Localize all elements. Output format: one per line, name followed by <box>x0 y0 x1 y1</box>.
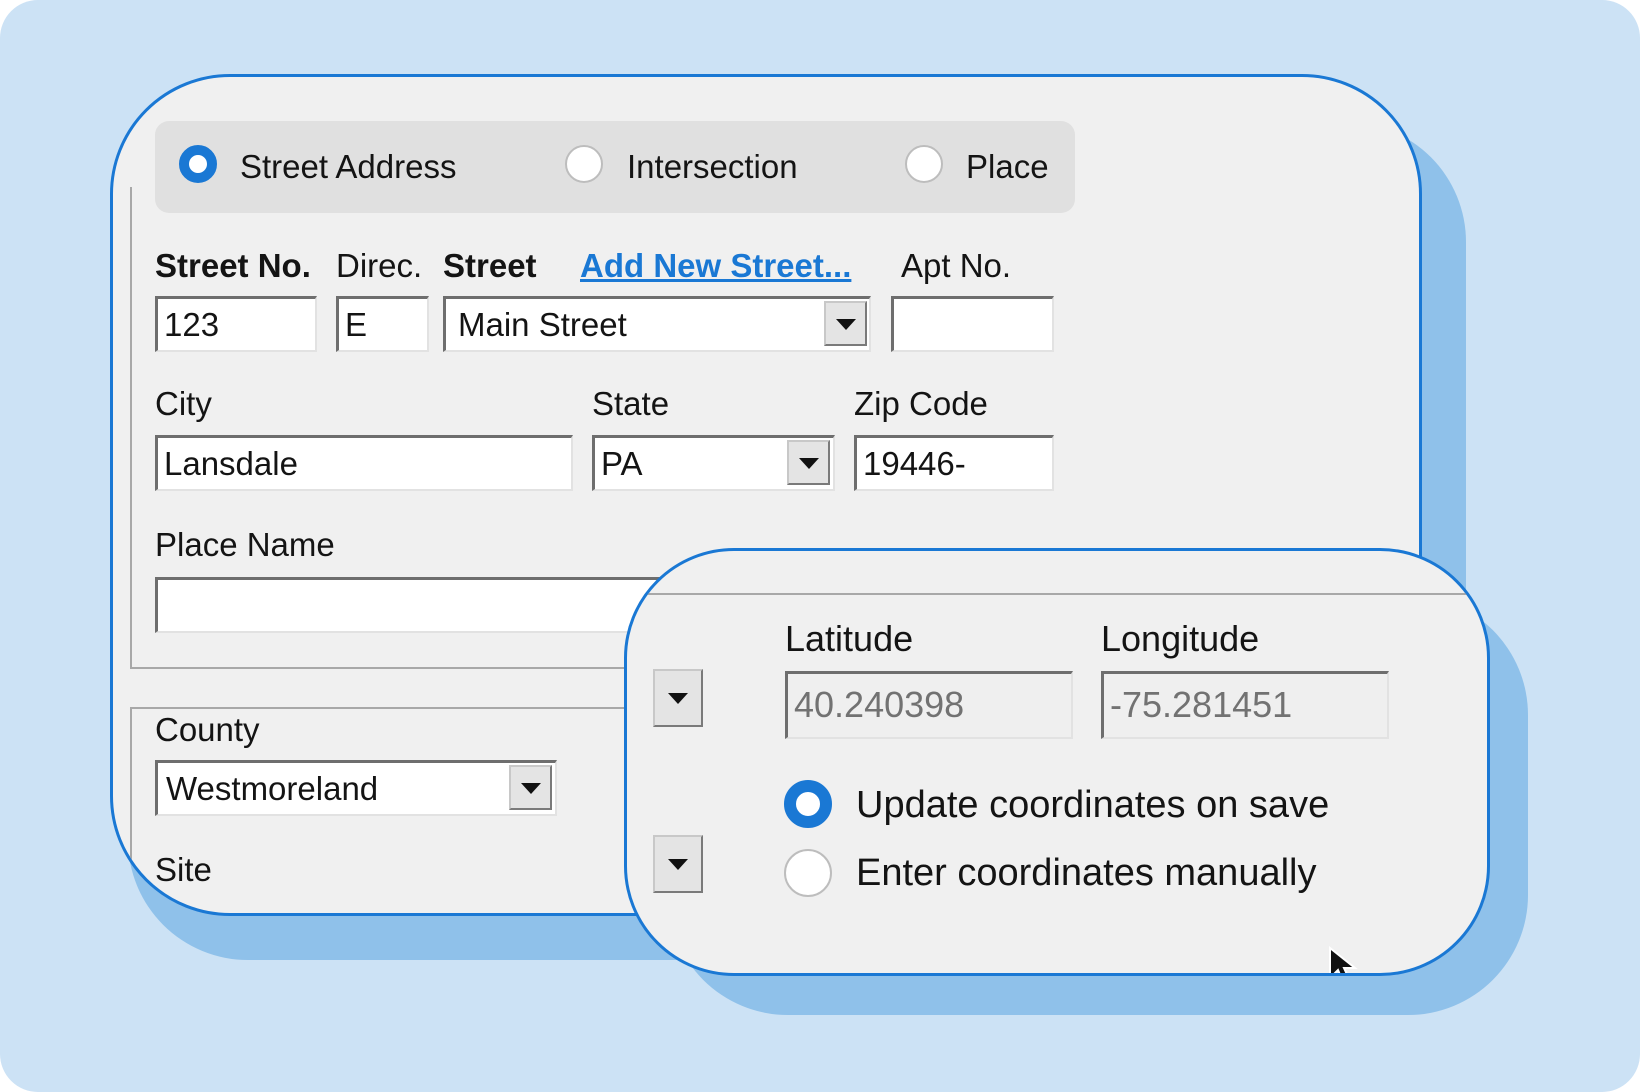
zip-code-label: Zip Code <box>854 385 988 422</box>
intersection-radio[interactable] <box>565 145 603 183</box>
place-label[interactable]: Place <box>966 150 1049 183</box>
apt-no-label: Apt No. <box>901 247 1012 284</box>
county-select[interactable]: Westmoreland <box>155 760 557 816</box>
street-value: Main Street <box>458 306 627 343</box>
street-address-radio[interactable] <box>179 145 217 183</box>
state-value: PA <box>601 445 643 482</box>
place-name-label: Place Name <box>155 526 335 563</box>
add-new-street-link[interactable]: Add New Street... <box>580 249 851 282</box>
site-label: Site <box>155 851 212 888</box>
zip-code-input[interactable]: 19446- <box>854 435 1054 491</box>
update-coordinates-label[interactable]: Update coordinates on save <box>856 786 1329 824</box>
city-value: Lansdale <box>164 445 298 482</box>
update-coordinates-radio[interactable] <box>784 780 832 828</box>
street-address-label[interactable]: Street Address <box>240 150 456 183</box>
partial-dropdown-button-upper[interactable] <box>653 669 703 727</box>
street-select[interactable]: Main Street <box>443 296 871 352</box>
enter-coordinates-radio[interactable] <box>784 849 832 897</box>
coordinates-group-top-border <box>627 593 1487 595</box>
enter-coordinates-label[interactable]: Enter coordinates manually <box>856 854 1316 892</box>
mouse-cursor-icon <box>1329 946 1358 973</box>
county-group-left-border <box>130 707 132 913</box>
coordinates-zoom-panel: Latitude Longitude 40.240398 -75.281451 … <box>624 548 1490 976</box>
state-label: State <box>592 385 670 422</box>
latitude-label: Latitude <box>785 618 914 659</box>
place-radio[interactable] <box>905 145 943 183</box>
county-label: County <box>155 711 260 748</box>
intersection-label[interactable]: Intersection <box>627 150 798 183</box>
group-box-left-border <box>130 187 132 667</box>
direc-label: Direc. <box>336 247 423 284</box>
longitude-value: -75.281451 <box>1110 684 1293 725</box>
apt-no-input[interactable] <box>891 296 1054 352</box>
county-value: Westmoreland <box>166 770 379 807</box>
state-dropdown-button[interactable] <box>787 440 830 485</box>
direc-input[interactable]: E <box>336 296 429 352</box>
county-dropdown-button[interactable] <box>509 765 552 810</box>
zip-code-value: 19446- <box>863 445 966 482</box>
street-no-input[interactable]: 123 <box>155 296 317 352</box>
longitude-label: Longitude <box>1101 618 1260 659</box>
street-dropdown-button[interactable] <box>824 301 867 346</box>
street-label: Street <box>443 247 537 284</box>
longitude-input[interactable]: -75.281451 <box>1101 671 1389 739</box>
partial-dropdown-button-lower[interactable] <box>653 835 703 893</box>
latitude-value: 40.240398 <box>794 684 965 725</box>
street-no-value: 123 <box>164 306 220 343</box>
city-input[interactable]: Lansdale <box>155 435 573 491</box>
street-no-label: Street No. <box>155 247 311 284</box>
direc-value: E <box>345 306 368 343</box>
city-label: City <box>155 385 212 422</box>
latitude-input[interactable]: 40.240398 <box>785 671 1073 739</box>
